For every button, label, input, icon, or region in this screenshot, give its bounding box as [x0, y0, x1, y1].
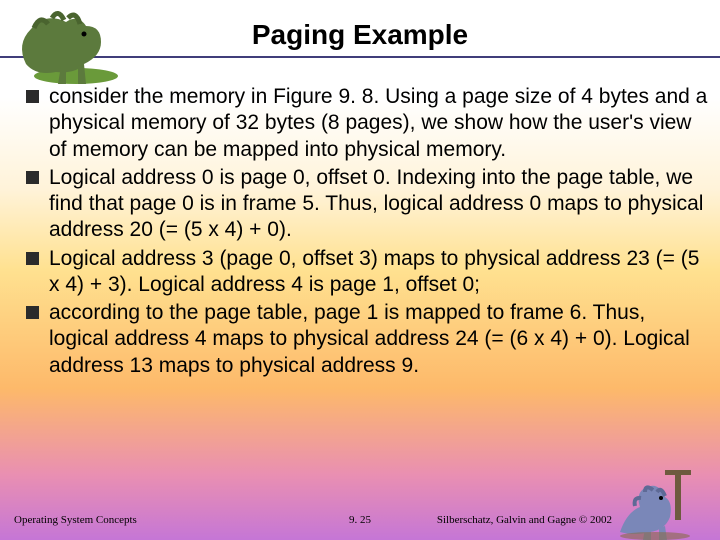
bullet-text: consider the memory in Figure 9. 8. Usin… — [49, 84, 708, 163]
bullet-square-icon — [26, 306, 39, 319]
footer-right: Silberschatz, Galvin and Gagne © 2002 — [437, 514, 612, 526]
bullet-item: according to the page table, page 1 is m… — [26, 300, 708, 379]
bullet-square-icon — [26, 90, 39, 103]
dinosaur-right-icon — [615, 462, 720, 540]
slide-title: Paging Example — [252, 19, 468, 51]
bullet-text: Logical address 3 (page 0, offset 3) map… — [49, 246, 708, 299]
footer-page-number: 9. 25 — [0, 514, 720, 526]
bullet-text: Logical address 0 is page 0, offset 0. I… — [49, 165, 708, 244]
dinosaur-left-icon — [6, 4, 126, 89]
bullet-square-icon — [26, 252, 39, 265]
bullet-item: Logical address 3 (page 0, offset 3) map… — [26, 246, 708, 299]
bullet-item: Logical address 0 is page 0, offset 0. I… — [26, 165, 708, 244]
content-area: consider the memory in Figure 9. 8. Usin… — [26, 84, 708, 381]
slide: Paging Example consider the memory in Fi… — [0, 0, 720, 540]
bullet-item: consider the memory in Figure 9. 8. Usin… — [26, 84, 708, 163]
bullet-square-icon — [26, 171, 39, 184]
bullet-text: according to the page table, page 1 is m… — [49, 300, 708, 379]
